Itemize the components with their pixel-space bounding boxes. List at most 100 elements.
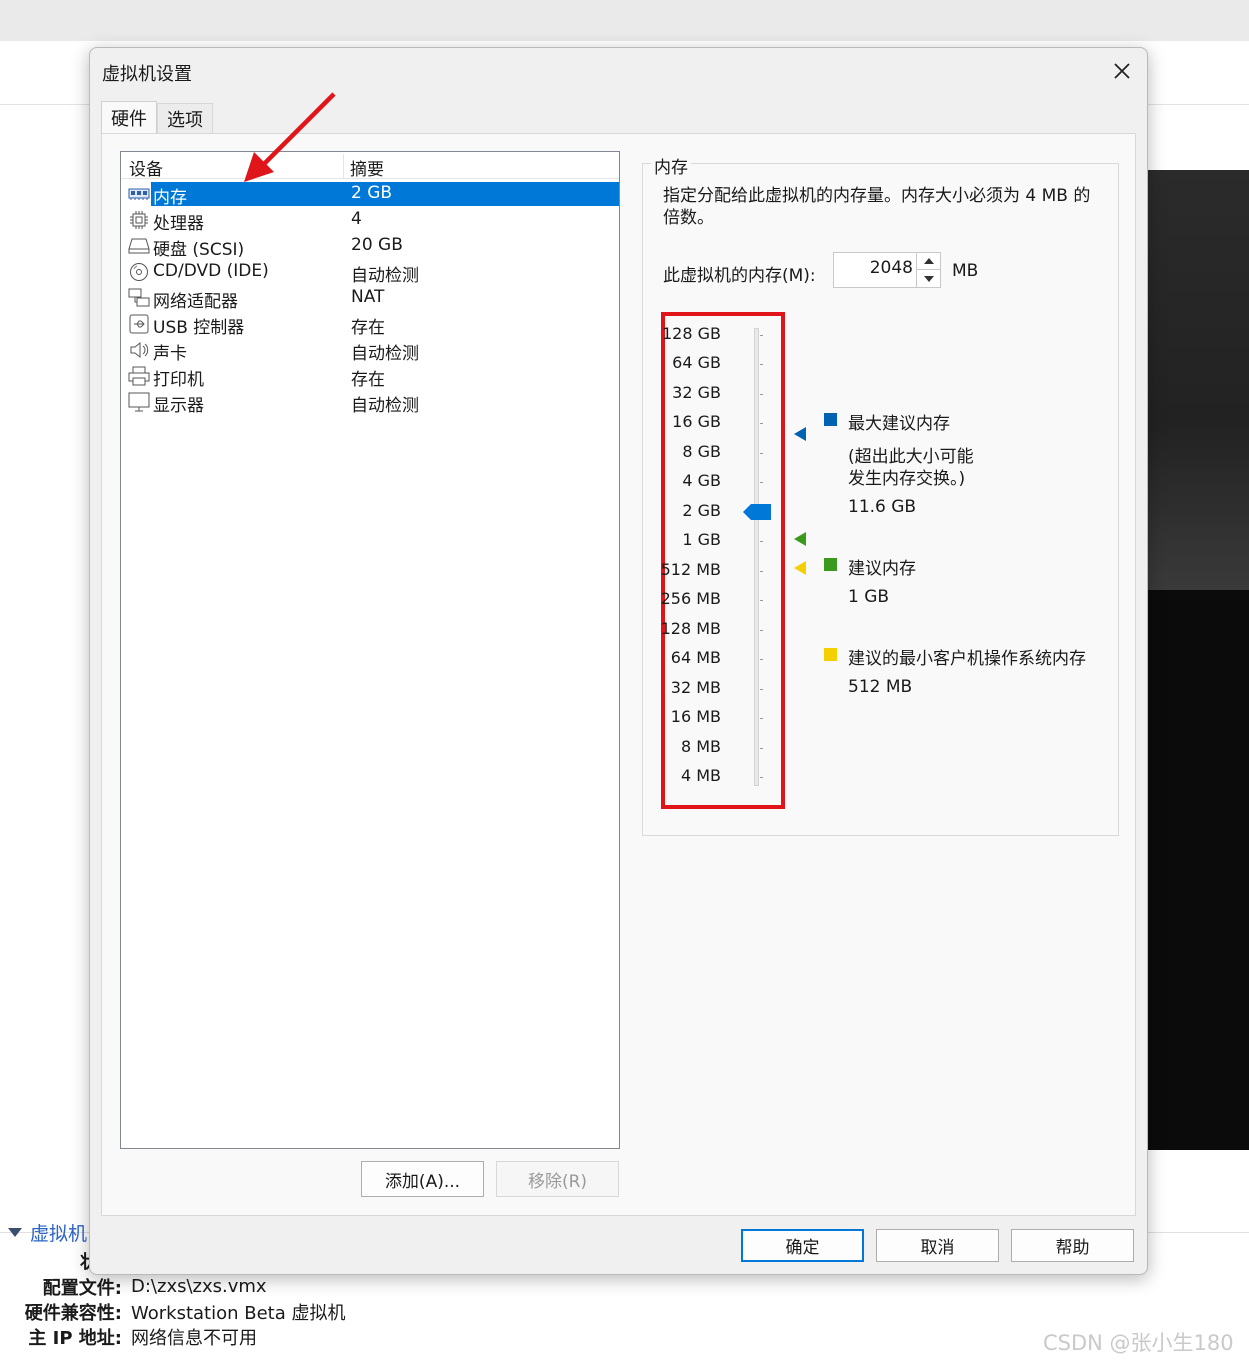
guest-min-title: 建议的最小客户机操作系统内存 <box>848 649 1086 669</box>
memory-description: 指定分配给此虚拟机的内存量。内存大小必须为 4 MB 的倍数。 <box>663 186 1091 228</box>
device-name: 网络适配器 <box>153 292 238 312</box>
memory-decrement-button[interactable] <box>917 270 940 287</box>
scale-label: 4 GB <box>682 471 721 490</box>
max-recommended-marker-icon <box>794 427 806 441</box>
memory-value-input[interactable]: 2048 <box>870 258 913 278</box>
guest-min-value: 512 MB <box>848 677 913 697</box>
highlight-box: 128 GB 64 GB 32 GB 16 GB 8 GB 4 GB 2 GB … <box>661 312 785 809</box>
close-icon <box>1114 63 1130 79</box>
vm-settings-dialog: 虚拟机设置 硬件 选项 设备 摘要 内存 2 GB 处理器 4 硬盘 (SCSI… <box>89 47 1148 1275</box>
device-row-memory[interactable]: 内存 2 GB <box>123 181 619 208</box>
vm-screen-preview <box>1140 170 1249 1150</box>
scale-label: 64 GB <box>672 353 721 372</box>
device-list-header: 设备 摘要 <box>121 152 619 180</box>
remove-device-button[interactable]: 移除(R) <box>496 1161 619 1197</box>
info-key: 主 IP 地址: <box>28 1327 122 1349</box>
printer-icon <box>127 366 151 386</box>
max-recommended-value: 11.6 GB <box>848 497 917 517</box>
memory-spinbox[interactable]: 2048 <box>833 252 941 288</box>
device-row-cd-dvd[interactable]: CD/DVD (IDE) 自动检测 <box>123 259 619 286</box>
display-icon <box>127 392 151 412</box>
device-name: 处理器 <box>153 214 204 234</box>
cancel-button[interactable]: 取消 <box>876 1229 999 1262</box>
background-titlebar <box>0 0 1249 41</box>
scale-label: 512 MB <box>660 560 721 579</box>
info-value: Workstation Beta 虚拟机 <box>131 1302 346 1324</box>
device-summary: 4 <box>351 209 362 229</box>
device-summary: 20 GB <box>351 235 403 255</box>
info-row-hardware-compat: 硬件兼容性: Workstation Beta 虚拟机 <box>0 1299 346 1324</box>
scale-label: 128 GB <box>662 324 721 343</box>
device-name: 声卡 <box>153 344 187 364</box>
scale-label: 8 MB <box>680 737 721 756</box>
info-value: D:\zxs\zxs.vmx <box>131 1276 267 1297</box>
scale-label: 256 MB <box>660 589 721 608</box>
scale-label: 128 MB <box>660 619 721 638</box>
device-name: USB 控制器 <box>153 318 245 338</box>
device-summary: 自动检测 <box>351 266 419 286</box>
device-summary: 存在 <box>351 318 385 338</box>
memory-group: 内存 指定分配给此虚拟机的内存量。内存大小必须为 4 MB 的倍数。 此虚拟机的… <box>642 153 1119 836</box>
scale-label: 32 MB <box>670 678 721 697</box>
guest-min-legend-icon <box>824 648 837 661</box>
arrow-up-icon <box>923 258 934 264</box>
processor-icon <box>127 210 151 230</box>
usb-controller-icon <box>127 314 151 334</box>
column-header-device[interactable]: 设备 <box>129 155 163 180</box>
vm-details-section-header[interactable]: 虚拟机 <box>8 1219 87 1245</box>
guest-min-marker-icon <box>794 561 806 575</box>
device-name: 内存 <box>153 188 187 208</box>
memory-field-label: 此虚拟机的内存(M): <box>663 266 816 286</box>
network-adapter-icon <box>127 288 151 308</box>
scale-label: 1 GB <box>682 530 721 549</box>
device-row-processor[interactable]: 处理器 4 <box>123 207 619 234</box>
close-button[interactable] <box>1107 56 1137 86</box>
device-list[interactable]: 设备 摘要 内存 2 GB 处理器 4 硬盘 (SCSI) 20 GB CD/D… <box>120 151 620 1149</box>
max-recommended-note: 发生内存交换。) <box>848 469 966 489</box>
scale-label: 4 MB <box>680 766 721 785</box>
device-row-sound-card[interactable]: 声卡 自动检测 <box>123 337 619 364</box>
tab-hardware[interactable]: 硬件 <box>101 101 157 133</box>
device-summary: 存在 <box>351 370 385 390</box>
collapse-icon[interactable] <box>8 1227 22 1237</box>
memory-increment-button[interactable] <box>917 253 940 270</box>
device-name: 打印机 <box>153 370 204 390</box>
info-row-config-file: 配置文件: D:\zxs\zxs.vmx <box>0 1274 267 1299</box>
scale-label: 16 MB <box>670 707 721 726</box>
device-summary: NAT <box>351 287 385 307</box>
device-name: CD/DVD (IDE) <box>153 261 269 281</box>
recommended-marker-icon <box>794 532 806 546</box>
column-header-summary[interactable]: 摘要 <box>350 155 384 180</box>
help-button[interactable]: 帮助 <box>1011 1229 1134 1262</box>
memory-icon <box>127 184 151 204</box>
tab-options[interactable]: 选项 <box>157 103 213 133</box>
max-recommended-title: 最大建议内存 <box>848 414 950 434</box>
device-row-network-adapter[interactable]: 网络适配器 NAT <box>123 285 619 312</box>
scale-label: 2 GB <box>682 501 721 520</box>
memory-unit: MB <box>952 261 979 281</box>
tab-bar: 硬件 选项 <box>101 101 213 133</box>
device-row-usb-controller[interactable]: USB 控制器 存在 <box>123 311 619 338</box>
device-row-printer[interactable]: 打印机 存在 <box>123 363 619 390</box>
hardware-tab-panel: 设备 摘要 内存 2 GB 处理器 4 硬盘 (SCSI) 20 GB CD/D… <box>101 133 1136 1216</box>
info-key: 配置文件: <box>42 1277 122 1299</box>
ok-button[interactable]: 确定 <box>741 1229 864 1262</box>
annotation-arrow-icon <box>244 92 336 182</box>
memory-slider-thumb[interactable] <box>743 504 771 520</box>
recommended-value: 1 GB <box>848 587 890 607</box>
vm-section-title: 虚拟机 <box>30 1222 88 1245</box>
cd-dvd-icon <box>127 262 151 282</box>
memory-slider-track[interactable] <box>754 328 759 786</box>
scale-label: 16 GB <box>672 412 721 431</box>
device-row-harddisk[interactable]: 硬盘 (SCSI) 20 GB <box>123 233 619 260</box>
device-summary: 2 GB <box>351 183 393 203</box>
add-device-button[interactable]: 添加(A)... <box>361 1161 484 1197</box>
memory-group-title: 内存 <box>651 153 691 178</box>
device-row-display[interactable]: 显示器 自动检测 <box>123 389 619 416</box>
max-recommended-legend-icon <box>824 413 837 426</box>
sound-card-icon <box>127 340 151 360</box>
watermark: CSDN @张小生180 <box>1043 1331 1234 1355</box>
dialog-title: 虚拟机设置 <box>102 64 192 85</box>
device-name: 硬盘 (SCSI) <box>153 240 245 260</box>
device-name: 显示器 <box>153 396 204 416</box>
